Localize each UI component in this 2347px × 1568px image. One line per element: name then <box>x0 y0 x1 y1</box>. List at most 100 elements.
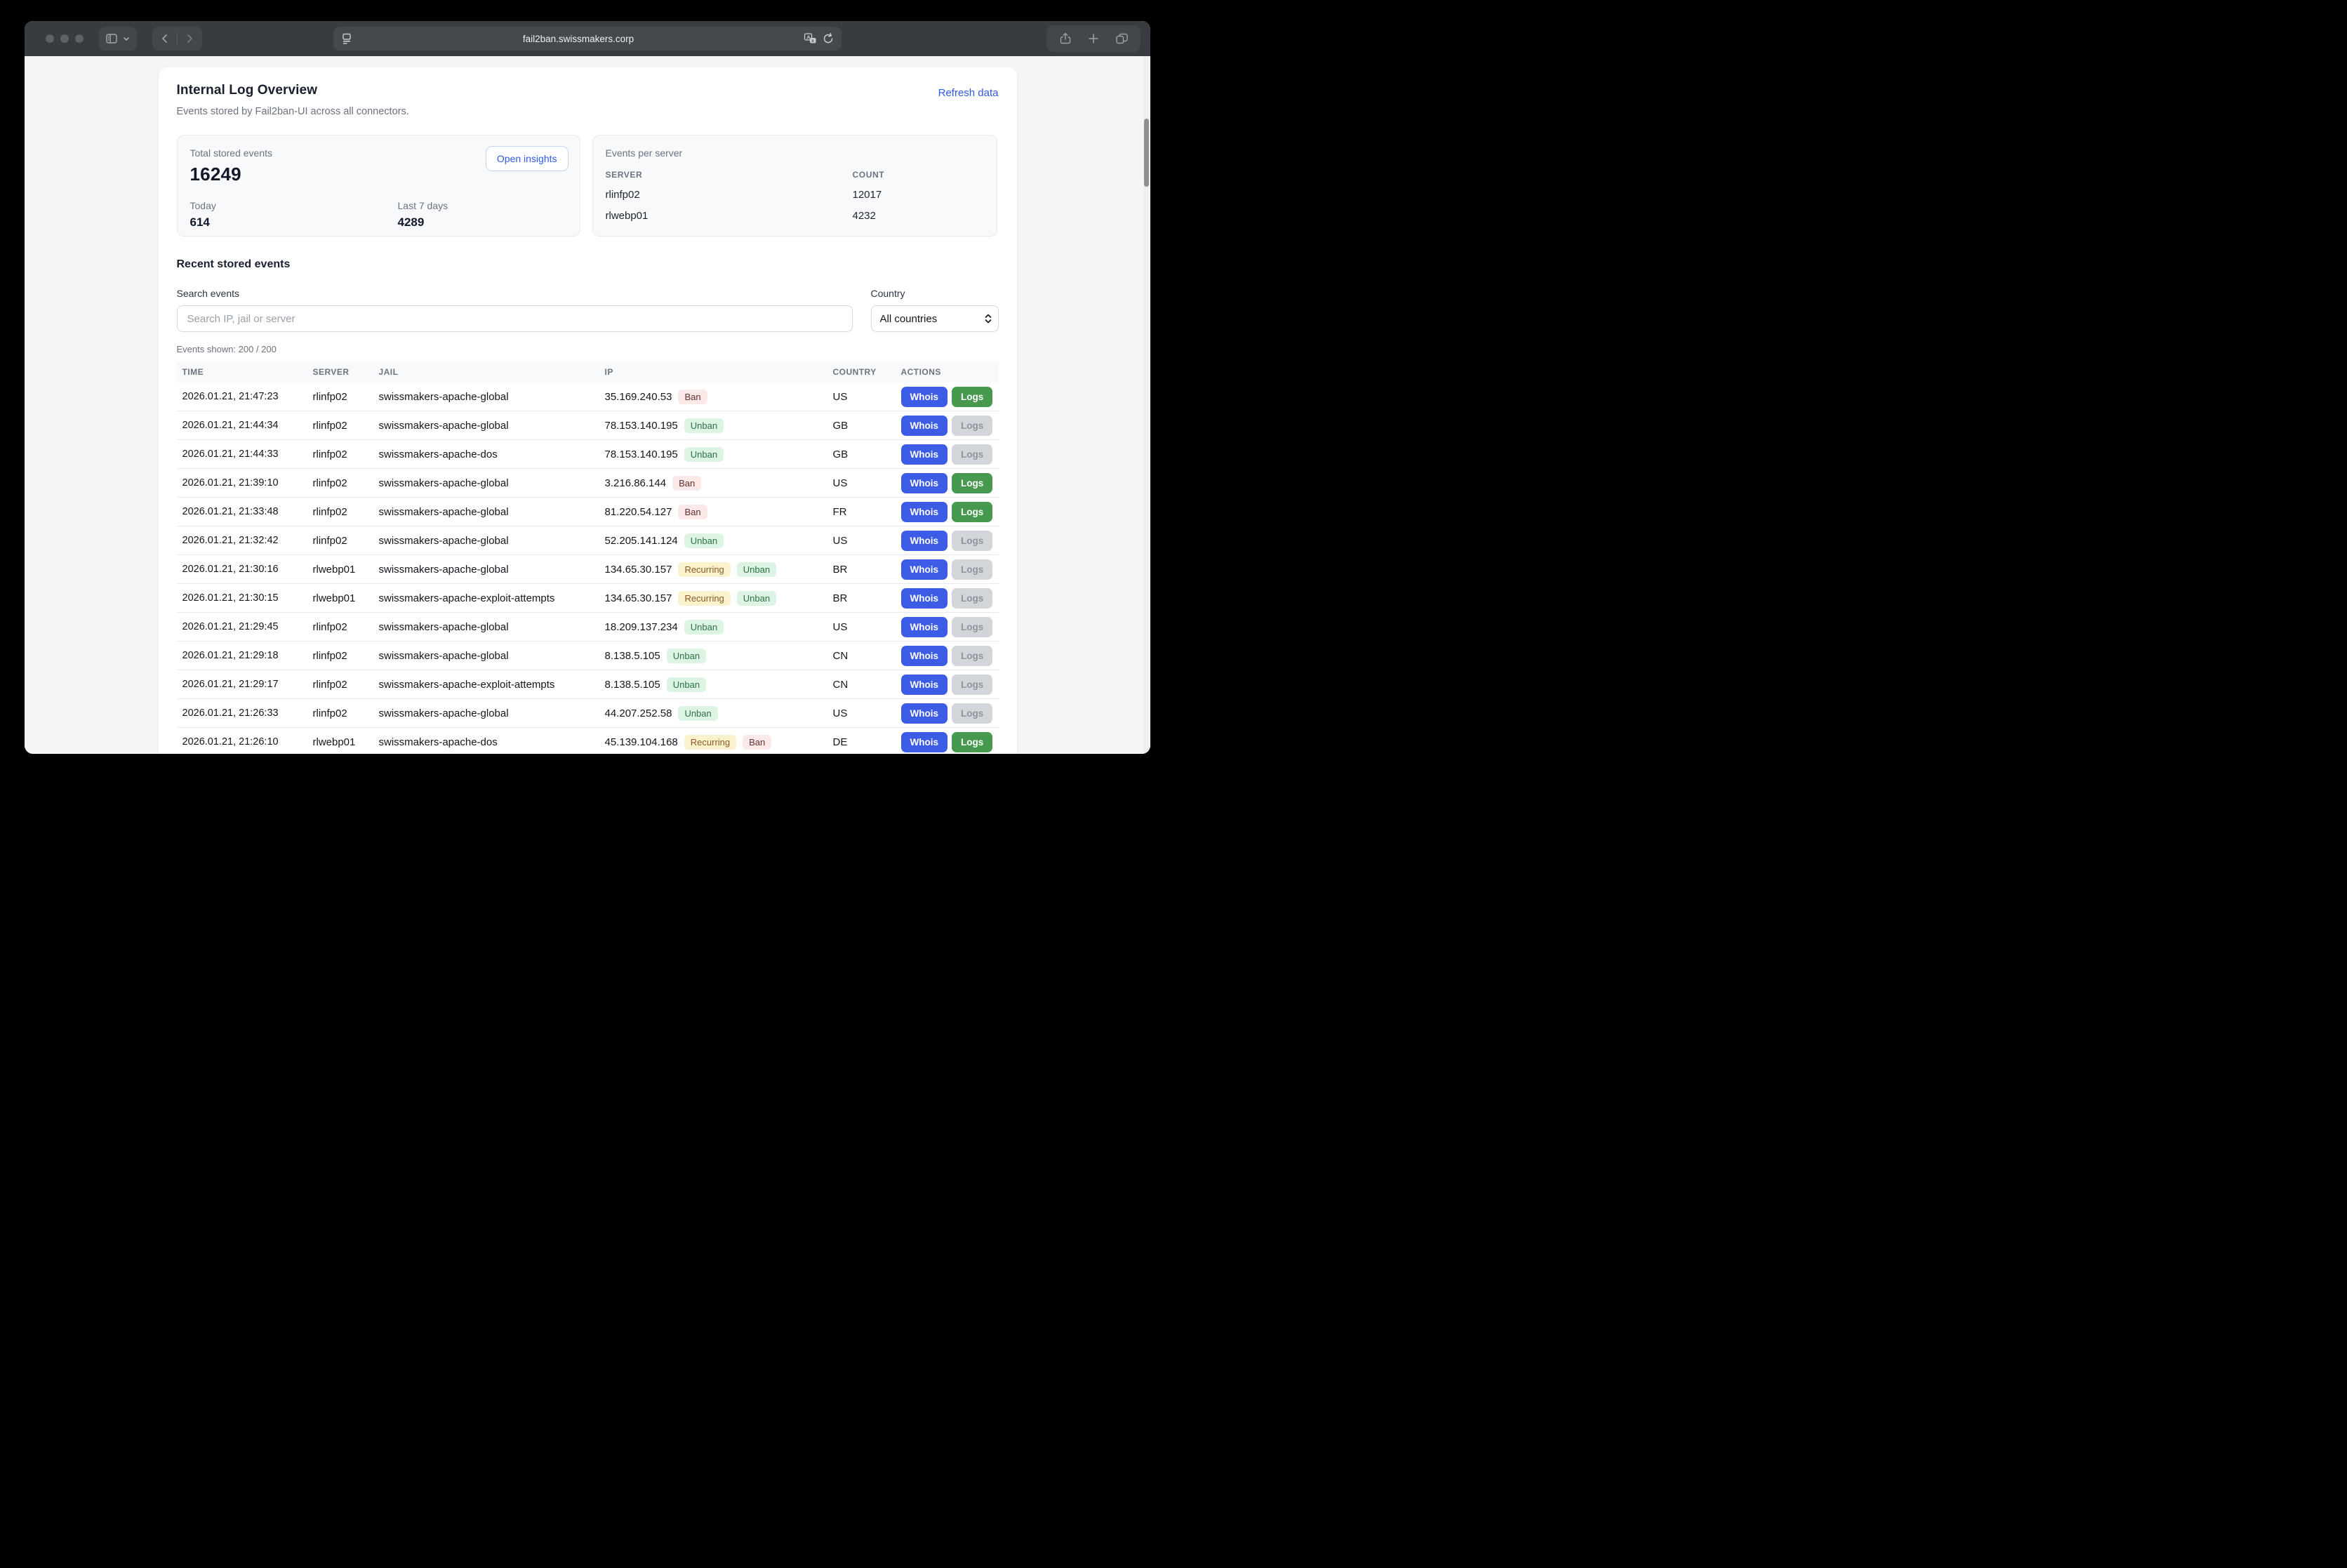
event-server: rlwebp01 <box>313 592 379 604</box>
unban-badge: Unban <box>684 620 724 634</box>
ip-address: 35.169.240.53 <box>605 391 672 403</box>
country-label: Country <box>871 288 999 299</box>
event-time: 2026.01.21, 21:29:45 <box>182 621 313 632</box>
event-jail: swissmakers-apache-global <box>379 564 605 576</box>
event-country: US <box>833 535 901 547</box>
whois-button[interactable]: Whois <box>901 531 948 551</box>
search-input[interactable] <box>177 305 853 332</box>
url-text: fail2ban.swissmakers.corp <box>353 34 804 44</box>
address-bar[interactable]: fail2ban.swissmakers.corp Ax <box>333 27 842 51</box>
column-header-actions: Actions <box>901 367 999 377</box>
logs-button[interactable]: Logs <box>952 646 992 666</box>
event-country: GB <box>833 420 901 432</box>
table-header-row: Time Server Jail IP Country Actions <box>177 361 999 383</box>
back-button[interactable] <box>159 32 171 45</box>
recent-events-heading: Recent stored events <box>177 258 999 271</box>
whois-button[interactable]: Whois <box>901 444 948 465</box>
event-time: 2026.01.21, 21:30:16 <box>182 564 313 575</box>
tab-overview-icon[interactable] <box>1115 32 1128 45</box>
whois-button[interactable]: Whois <box>901 732 948 752</box>
refresh-data-link[interactable]: Refresh data <box>938 87 999 99</box>
reload-icon[interactable] <box>822 32 835 45</box>
translate-icon[interactable]: Ax <box>804 32 816 45</box>
whois-button[interactable]: Whois <box>901 473 948 493</box>
whois-button[interactable]: Whois <box>901 675 948 695</box>
whois-button[interactable]: Whois <box>901 559 948 580</box>
whois-button[interactable]: Whois <box>901 387 948 407</box>
unban-badge: Unban <box>737 591 776 606</box>
new-tab-icon[interactable] <box>1087 32 1100 45</box>
logs-button[interactable]: Logs <box>952 617 992 637</box>
ip-address: 8.138.5.105 <box>605 650 660 662</box>
event-time: 2026.01.21, 21:26:10 <box>182 736 313 748</box>
event-ip: 3.216.86.144Ban <box>605 476 833 491</box>
minimize-window-button[interactable] <box>60 34 69 43</box>
logs-button[interactable]: Logs <box>952 502 992 522</box>
event-ip: 52.205.141.124Unban <box>605 533 833 548</box>
event-server: rlinfp02 <box>313 506 379 518</box>
sidebar-toggle[interactable] <box>99 27 137 51</box>
ip-address: 52.205.141.124 <box>605 535 678 547</box>
event-time: 2026.01.21, 21:33:48 <box>182 506 313 517</box>
logs-button[interactable]: Logs <box>952 703 992 724</box>
share-icon[interactable] <box>1059 32 1072 45</box>
event-time: 2026.01.21, 21:32:42 <box>182 535 313 546</box>
logs-button[interactable]: Logs <box>952 473 992 493</box>
open-insights-button[interactable]: Open insights <box>486 146 569 171</box>
unban-badge: Unban <box>678 706 717 721</box>
logs-button[interactable]: Logs <box>952 531 992 551</box>
event-country: US <box>833 477 901 489</box>
logs-button[interactable]: Logs <box>952 444 992 465</box>
event-jail: swissmakers-apache-dos <box>379 449 605 460</box>
page-subtitle: Events stored by Fail2ban-UI across all … <box>177 106 409 117</box>
event-server: rlinfp02 <box>313 477 379 489</box>
logs-button[interactable]: Logs <box>952 559 992 580</box>
logs-button[interactable]: Logs <box>952 732 992 752</box>
scrollbar-thumb[interactable] <box>1144 119 1149 187</box>
table-row: 2026.01.21, 21:30:16 rlwebp01 swissmaker… <box>177 555 999 584</box>
whois-button[interactable]: Whois <box>901 617 948 637</box>
main-panel: Internal Log Overview Events stored by F… <box>159 67 1017 754</box>
event-actions: Whois Logs <box>901 502 999 522</box>
logs-button[interactable]: Logs <box>952 416 992 436</box>
forward-button[interactable] <box>183 32 196 45</box>
event-time: 2026.01.21, 21:44:33 <box>182 449 313 460</box>
event-server: rlinfp02 <box>313 650 379 662</box>
ban-badge: Ban <box>678 505 707 519</box>
page-title: Internal Log Overview <box>177 83 409 98</box>
whois-button[interactable]: Whois <box>901 588 948 609</box>
whois-button[interactable]: Whois <box>901 416 948 436</box>
whois-button[interactable]: Whois <box>901 703 948 724</box>
logs-button[interactable]: Logs <box>952 588 992 609</box>
event-country: BR <box>833 592 901 604</box>
event-ip: 81.220.54.127 Ban <box>605 505 833 519</box>
event-ip: 134.65.30.157RecurringUnban <box>605 591 833 606</box>
event-time: 2026.01.21, 21:30:15 <box>182 592 313 604</box>
country-select[interactable]: All countries <box>871 305 999 332</box>
column-header-server: Server <box>313 367 379 377</box>
nav-buttons <box>152 27 202 51</box>
event-actions: Whois Logs <box>901 473 999 493</box>
close-window-button[interactable] <box>46 34 54 43</box>
page-content: Internal Log Overview Events stored by F… <box>25 56 1150 754</box>
server-count: 4232 <box>853 210 985 222</box>
event-time: 2026.01.21, 21:29:18 <box>182 650 313 661</box>
event-jail: swissmakers-apache-global <box>379 477 605 489</box>
table-row: 2026.01.21, 21:30:15 rlwebp01 swissmaker… <box>177 584 999 613</box>
event-time: 2026.01.21, 21:39:10 <box>182 477 313 489</box>
whois-button[interactable]: Whois <box>901 646 948 666</box>
ip-address: 81.220.54.127 <box>605 506 672 518</box>
event-jail: swissmakers-apache-global <box>379 707 605 719</box>
reader-icon[interactable] <box>340 32 353 45</box>
whois-button[interactable]: Whois <box>901 502 948 522</box>
event-country: US <box>833 621 901 633</box>
event-ip: 134.65.30.157RecurringUnban <box>605 562 833 577</box>
column-header-country: Country <box>833 367 901 377</box>
ban-badge: Ban <box>678 390 707 404</box>
event-server: rlinfp02 <box>313 391 379 403</box>
zoom-window-button[interactable] <box>75 34 84 43</box>
table-row: 2026.01.21, 21:29:18 rlinfp02 swissmaker… <box>177 642 999 670</box>
logs-button[interactable]: Logs <box>952 387 992 407</box>
logs-button[interactable]: Logs <box>952 675 992 695</box>
event-jail: swissmakers-apache-global <box>379 420 605 432</box>
